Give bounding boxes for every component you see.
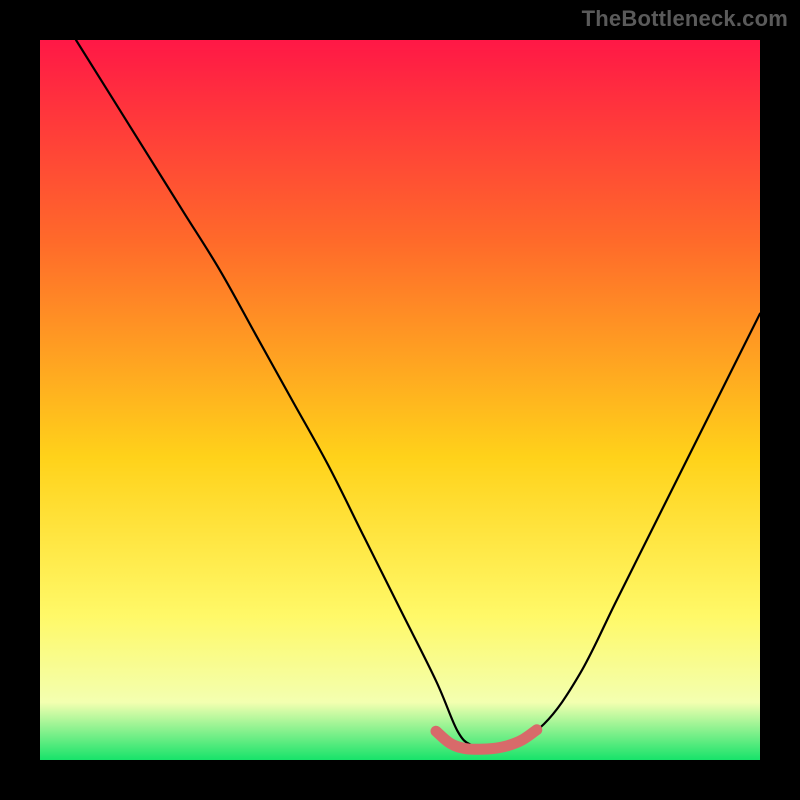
watermark-text: TheBottleneck.com [582, 6, 788, 32]
plot-area [40, 40, 760, 760]
plot-svg [40, 40, 760, 760]
gradient-bg [40, 40, 760, 760]
chart-frame: TheBottleneck.com [0, 0, 800, 800]
